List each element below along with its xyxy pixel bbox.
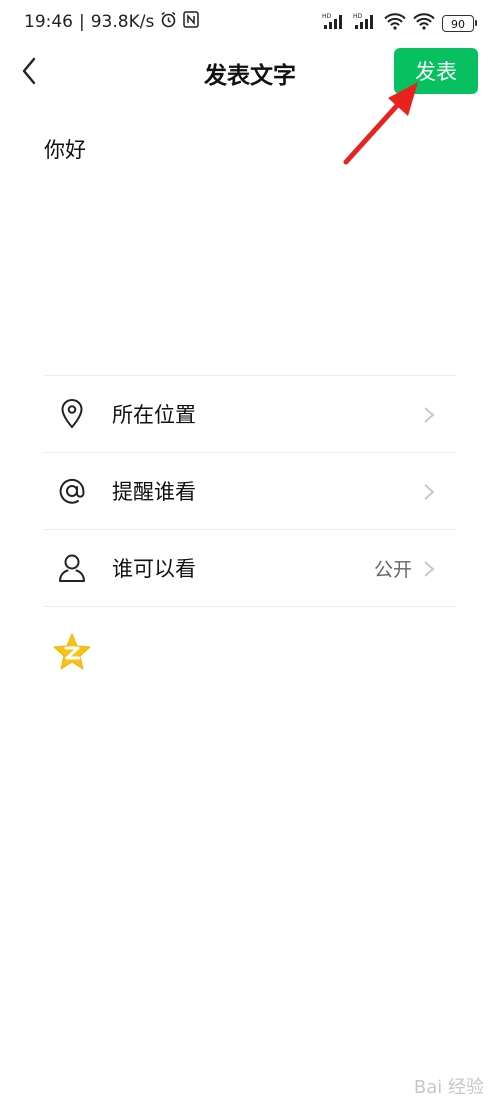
hd-badge: HD <box>322 13 332 20</box>
options-list: 所在位置 提醒谁看 谁可以看 公开 <box>44 375 456 607</box>
status-left: 19:46 | 93.8K/s <box>24 11 200 33</box>
option-label: 提醒谁看 <box>112 480 196 504</box>
person-icon <box>52 548 92 588</box>
signal-icon: HD <box>322 12 346 34</box>
at-sign-icon <box>52 471 92 511</box>
status-bar: 19:46 | 93.8K/s HD HD 90 <box>0 0 500 44</box>
chevron-right-icon <box>424 561 435 577</box>
post-text-input[interactable]: 你好 <box>44 134 456 334</box>
watermark: Bai 经验 <box>413 1077 484 1098</box>
battery-icon: 90 <box>442 14 477 32</box>
status-right: HD HD 90 <box>322 12 477 34</box>
status-time: 19:46 <box>24 12 73 32</box>
nfc-icon <box>183 11 200 33</box>
visibility-value: 公开 <box>373 558 412 581</box>
option-label: 谁可以看 <box>112 557 196 581</box>
location-pin-icon <box>52 394 92 434</box>
chevron-right-icon <box>424 407 435 423</box>
publish-button[interactable]: 发表 <box>394 48 478 94</box>
alarm-icon <box>160 11 177 33</box>
option-visibility[interactable]: 谁可以看 公开 <box>44 530 456 607</box>
option-remind[interactable]: 提醒谁看 <box>44 453 456 530</box>
wifi-icon-2 <box>413 12 435 34</box>
qzone-star-icon[interactable] <box>52 632 92 672</box>
network-speed: 93.8K/s <box>90 12 155 32</box>
nav-bar: 发表文字 发表 <box>0 44 500 100</box>
status-separator: | <box>79 12 85 32</box>
option-label: 所在位置 <box>112 403 196 427</box>
hd-badge-2: HD <box>353 13 363 20</box>
chevron-right-icon <box>424 484 435 500</box>
option-location[interactable]: 所在位置 <box>44 376 456 453</box>
wifi-icon <box>384 12 406 34</box>
signal-icon-2: HD <box>353 12 377 34</box>
